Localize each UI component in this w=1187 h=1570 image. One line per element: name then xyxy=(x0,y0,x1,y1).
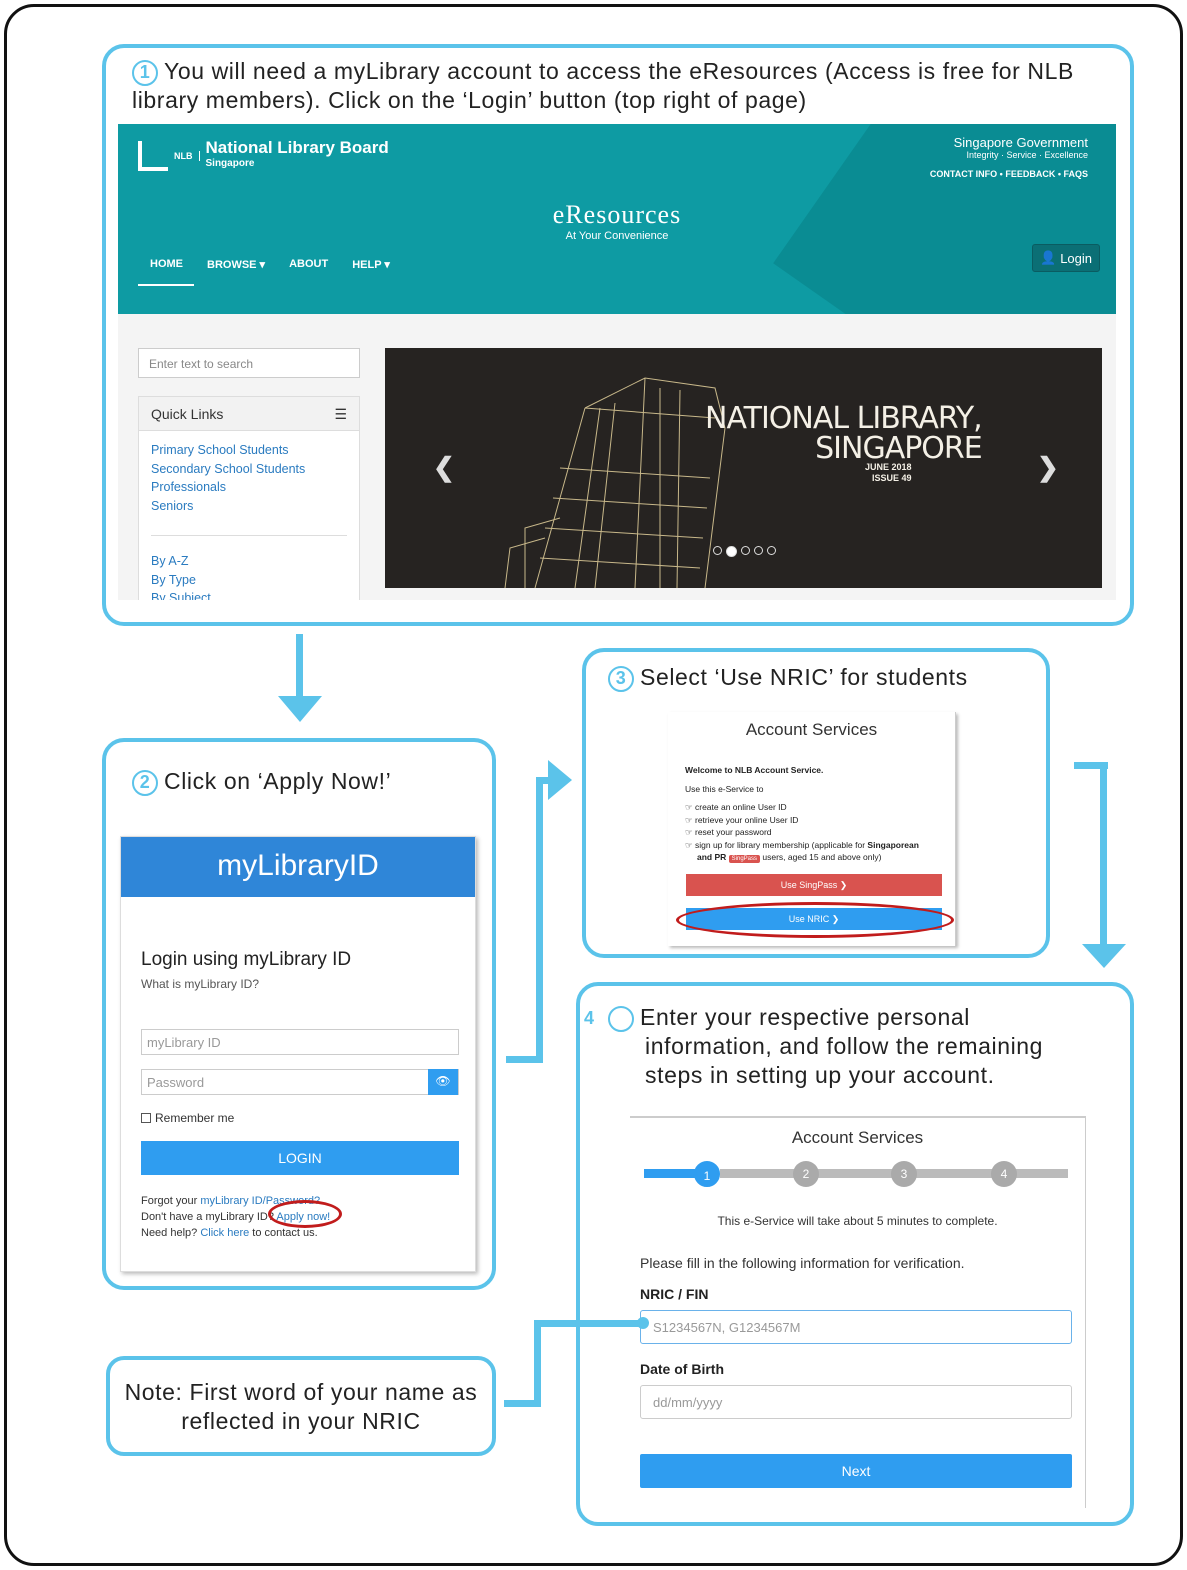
banner-carousel: NATIONAL LIBRARY, SINGAPORE JUNE 2018 ISSU… xyxy=(385,348,1102,588)
progress-step-3: 3 xyxy=(891,1161,917,1187)
use-nric-highlight xyxy=(676,902,954,938)
flow-arrow-1 xyxy=(296,634,303,700)
link-seniors[interactable]: Seniors xyxy=(151,497,347,516)
nlb-logo-icon xyxy=(138,141,168,171)
nric-input[interactable]: S1234567N, G1234567M xyxy=(640,1310,1072,1344)
contact-link[interactable]: Click here xyxy=(200,1227,249,1239)
mylibrary-brand: myLibraryID xyxy=(121,837,475,897)
what-is-link[interactable]: What is myLibrary ID? xyxy=(141,977,259,991)
banner-title: NATIONAL LIBRARY, SINGAPORE xyxy=(705,401,983,466)
step3-number: 3 xyxy=(608,665,634,692)
link-secondary[interactable]: Secondary School Students xyxy=(151,460,347,479)
arrow-down-icon xyxy=(1082,944,1126,968)
eye-icon[interactable]: 👁 xyxy=(428,1069,458,1095)
step1-number: 1 xyxy=(132,59,158,86)
password-input[interactable]: Password 👁 xyxy=(141,1069,459,1095)
carousel-dot[interactable] xyxy=(713,546,722,555)
step4-caption: 4Enter your respective personal informat… xyxy=(584,1003,1098,1090)
nav-help[interactable]: HELP ▾ xyxy=(352,258,390,271)
site-title: eResources At Your Convenience xyxy=(552,200,682,242)
progress-step-1: 1 xyxy=(694,1161,720,1187)
link-professionals[interactable]: Professionals xyxy=(151,478,347,497)
quick-links-title: Quick Links xyxy=(151,406,224,422)
login-button[interactable]: 👤 Login xyxy=(1032,244,1100,272)
apply-now-highlight xyxy=(268,1200,342,1228)
eresources-header: NLB National Library Board Singapore Sing… xyxy=(118,124,1116,314)
dob-label: Date of Birth xyxy=(640,1361,724,1377)
step2-caption: 2 Click on ‘Apply Now!’ xyxy=(132,767,391,796)
nav-browse[interactable]: BROWSE ▾ xyxy=(207,258,265,271)
main-nav: HOME BROWSE ▾ ABOUT HELP ▾ xyxy=(150,258,390,271)
carousel-dot[interactable] xyxy=(726,546,737,557)
step2-number: 2 xyxy=(132,769,158,796)
carousel-dot[interactable] xyxy=(754,546,763,555)
nav-about[interactable]: ABOUT xyxy=(289,258,328,271)
carousel-dot[interactable] xyxy=(767,546,776,555)
note-box: Note: First word of your name as reflect… xyxy=(106,1356,496,1456)
nric-label: NRIC / FIN xyxy=(640,1286,709,1302)
banner-issue: JUNE 2018 ISSUE 49 xyxy=(865,462,912,483)
carousel-next-icon[interactable]: ❯ xyxy=(1037,452,1059,483)
menu-icon[interactable]: ☰ xyxy=(334,406,347,422)
instruction-text: Please fill in the following information… xyxy=(640,1255,965,1271)
progress-step-4: 4 xyxy=(991,1161,1017,1187)
step4-number: 4 xyxy=(584,1005,634,1032)
search-input[interactable]: Enter text to search xyxy=(138,348,360,378)
quick-links-panel: Quick Links ☰ Primary School Students Sec… xyxy=(138,396,360,600)
checkbox-icon[interactable] xyxy=(141,1113,151,1123)
connector-dot-icon xyxy=(637,1317,649,1329)
verification-form: Account Services 1 2 3 4 This e-Service … xyxy=(630,1116,1086,1508)
link-type[interactable]: By Type xyxy=(151,571,347,590)
nav-active-indicator xyxy=(138,284,194,286)
singpass-badge: SingPass xyxy=(728,855,761,863)
nlb-logo[interactable]: NLB National Library Board Singapore xyxy=(138,139,389,172)
gov-branding: Singapore Government Integrity · Service… xyxy=(929,135,1088,181)
gov-links[interactable]: CONTACT INFO • FEEDBACK • FAQS xyxy=(930,168,1088,181)
dob-input[interactable]: dd/mm/yyyy xyxy=(640,1385,1072,1419)
link-az[interactable]: By A-Z xyxy=(151,552,347,571)
nav-home[interactable]: HOME xyxy=(150,258,183,271)
arrow-right-icon xyxy=(548,760,572,800)
link-primary[interactable]: Primary School Students xyxy=(151,441,347,460)
arrow-down-icon xyxy=(278,696,322,722)
step3-caption: 3 Select ‘Use NRIC’ for students xyxy=(608,663,968,692)
eresources-body: Enter text to search Quick Links ☰ Primar… xyxy=(118,314,1116,600)
step1-text: You will need a myLibrary account to acc… xyxy=(132,58,1074,113)
account-services-title: Account Services xyxy=(791,1128,924,1147)
account-services-title: Account Services xyxy=(745,720,878,739)
user-icon: 👤 xyxy=(1040,250,1057,265)
duration-note: This e-Service will take about 5 minutes… xyxy=(717,1214,998,1228)
login-submit-button[interactable]: LOGIN xyxy=(141,1141,459,1175)
step1-caption: 1 You will need a myLibrary account to ac… xyxy=(132,57,1122,115)
mylibrary-id-input[interactable]: myLibrary ID xyxy=(141,1029,459,1055)
login-heading: Login using myLibrary ID xyxy=(141,949,352,970)
remember-me-checkbox[interactable]: Remember me xyxy=(141,1111,234,1125)
link-subject[interactable]: By Subject xyxy=(151,589,347,600)
progress-step-2: 2 xyxy=(793,1161,819,1187)
next-button[interactable]: Next xyxy=(640,1454,1072,1488)
carousel-prev-icon[interactable]: ❮ xyxy=(433,452,455,483)
carousel-dots xyxy=(713,546,776,557)
use-singpass-button[interactable]: Use SingPass ❯ xyxy=(686,874,942,896)
carousel-dot[interactable] xyxy=(741,546,750,555)
